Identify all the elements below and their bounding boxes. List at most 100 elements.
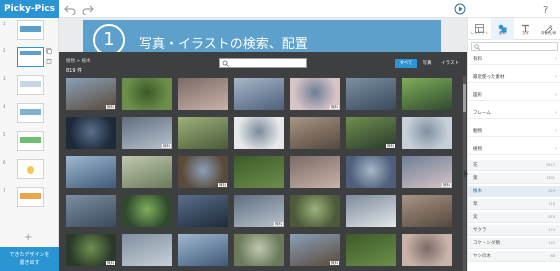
material-thumbnail[interactable] — [178, 234, 228, 266]
category-item[interactable]: 植物 › — [468, 144, 560, 155]
material-thumbnail[interactable] — [402, 78, 452, 110]
free-badge: 無料 — [386, 144, 395, 148]
material-thumbnail[interactable] — [234, 78, 284, 110]
material-thumbnail[interactable] — [346, 156, 396, 188]
subcategory-count: 122 — [548, 241, 555, 245]
material-thumbnail[interactable] — [346, 195, 396, 227]
undo-icon[interactable] — [64, 3, 76, 15]
slide-thumbnail-6[interactable] — [17, 159, 44, 179]
subcategory-count: 718 — [548, 202, 555, 206]
scrollbar-thumb[interactable] — [463, 84, 466, 112]
slide-number: 1 — [3, 21, 6, 26]
material-thumbnail[interactable] — [122, 195, 172, 227]
material-thumbnail[interactable] — [66, 117, 116, 149]
material-thumbnail[interactable] — [178, 195, 228, 227]
free-badge: 無料 — [330, 105, 339, 109]
material-thumbnail[interactable] — [66, 195, 116, 227]
slide-thumbnail-4[interactable] — [17, 103, 44, 123]
subcategory-label: ヤシの木 — [473, 254, 491, 259]
play-icon[interactable] — [454, 3, 466, 15]
material-browser: 植物 > 植木 819 件 すべて 写真 イラスト 無料 無料 無料 無料 無料 無料 無料… — [59, 52, 472, 271]
category-item[interactable]: 最近使った素材 › — [468, 72, 560, 83]
slide-thumbnail-7[interactable] — [17, 187, 44, 207]
subcategory-item[interactable]: 草 718 — [468, 199, 560, 210]
subcategory-label: 植木 — [473, 189, 482, 194]
filter-all[interactable]: すべて — [395, 59, 417, 68]
subcategory-count: 474 — [548, 228, 555, 232]
material-thumbnail[interactable] — [122, 234, 172, 266]
material-search-input[interactable] — [230, 59, 306, 67]
slide-thumbnail-5[interactable] — [17, 131, 44, 151]
add-slide-button[interactable]: + — [24, 232, 32, 243]
tab-label: レイアウト — [470, 31, 489, 35]
delete-slide-icon[interactable] — [46, 58, 52, 64]
slide-number: 3 — [3, 76, 6, 81]
material-thumbnail[interactable]: 無料 — [234, 195, 284, 227]
subcategory-label: 草 — [473, 202, 478, 207]
material-thumbnail[interactable]: 無料 — [346, 117, 396, 149]
material-thumbnail[interactable]: 無料 — [122, 117, 172, 149]
material-thumbnail[interactable] — [402, 117, 452, 149]
help-icon[interactable]: ? — [540, 3, 552, 15]
tab-text[interactable]: 文字 — [514, 18, 537, 40]
duplicate-slide-icon[interactable] — [46, 48, 52, 54]
material-thumbnail[interactable] — [66, 156, 116, 188]
slide-thumbnail-1[interactable] — [17, 20, 44, 40]
chevron-right-icon: › — [555, 128, 557, 134]
material-thumbnail[interactable] — [178, 117, 228, 149]
tab-layout[interactable]: レイアウト — [468, 18, 491, 40]
category-item[interactable]: 図形 › — [468, 90, 560, 101]
category-label: 有料 — [473, 57, 482, 62]
subcategory-label: コケ・シダ類 — [473, 241, 500, 246]
subcategory-item[interactable]: ヤシの木 88 — [468, 251, 560, 262]
category-item[interactable]: フレーム › — [468, 108, 560, 119]
material-thumbnail[interactable]: 無料 — [178, 156, 228, 188]
tab-materials[interactable]: 素材 — [491, 18, 514, 40]
category-label: フレーム — [473, 111, 491, 116]
subcategory-item[interactable]: 花 2613 — [468, 160, 560, 171]
filter-illustration[interactable]: イラスト — [437, 59, 463, 68]
tab-background[interactable]: 背景色/線 — [537, 18, 560, 40]
subcategory-label: 葉 — [473, 176, 478, 181]
free-badge: 無料 — [330, 261, 339, 265]
export-design-button[interactable]: できたデザインを 書き出す — [0, 247, 59, 271]
material-thumbnail[interactable]: 無料 — [66, 78, 116, 110]
search-icon — [222, 60, 229, 67]
subcategory-item[interactable]: 植木 819 — [468, 186, 560, 197]
material-thumbnail[interactable] — [234, 117, 284, 149]
material-thumbnail[interactable]: 無料 — [290, 234, 340, 266]
material-thumbnail[interactable]: 無料 — [402, 156, 452, 188]
material-thumbnail[interactable] — [234, 234, 284, 266]
material-thumbnail[interactable] — [346, 78, 396, 110]
material-thumbnail[interactable] — [122, 156, 172, 188]
top-toolbar: Picky-Pics ? — [0, 0, 560, 18]
filter-photo[interactable]: 写真 — [419, 59, 435, 68]
material-thumbnail[interactable] — [290, 195, 340, 227]
subcategory-item[interactable]: コケ・シダ類 122 — [468, 238, 560, 249]
panel-search-input[interactable] — [471, 42, 558, 51]
free-badge: 無料 — [274, 222, 283, 226]
material-thumbnail[interactable] — [346, 234, 396, 266]
material-thumbnail[interactable] — [234, 156, 284, 188]
subcategory-item[interactable]: 葉 1301 — [468, 173, 560, 184]
slide-thumbnail-3[interactable] — [17, 75, 44, 95]
subcategory-item[interactable]: 実 615 — [468, 212, 560, 223]
material-thumbnail[interactable] — [290, 117, 340, 149]
slide-thumbnail-2[interactable] — [17, 47, 44, 67]
category-item[interactable]: 有料 › — [468, 54, 560, 65]
subcategory-item[interactable]: サクラ 474 — [468, 225, 560, 236]
tab-label: 素材 — [499, 31, 506, 35]
slide-number: 5 — [3, 132, 6, 137]
material-thumbnail[interactable] — [290, 156, 340, 188]
redo-icon[interactable] — [82, 3, 94, 15]
slide-number: 6 — [3, 160, 6, 165]
material-thumbnail[interactable] — [178, 78, 228, 110]
category-item[interactable]: 動物 › — [468, 126, 560, 137]
subcategory-label: 花 — [473, 163, 478, 168]
subcategory-count: 2613 — [546, 163, 555, 167]
material-thumbnail[interactable] — [402, 195, 452, 227]
material-thumbnail[interactable]: 無料 — [290, 78, 340, 110]
material-thumbnail[interactable] — [122, 78, 172, 110]
material-thumbnail[interactable]: 無料 — [66, 234, 116, 266]
material-thumbnail[interactable] — [402, 234, 452, 266]
